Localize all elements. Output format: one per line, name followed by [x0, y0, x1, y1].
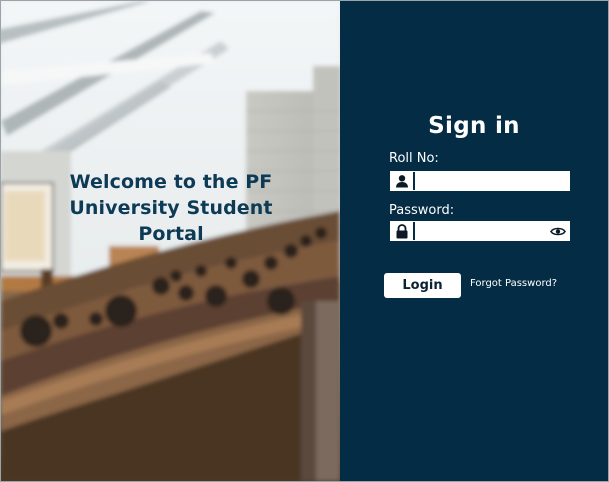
forgot-password-link[interactable]: Forgot Password? [470, 278, 557, 289]
password-field[interactable] [390, 221, 570, 241]
welcome-heading: Welcome to the PF University Student Por… [69, 171, 273, 245]
signin-title: Sign in [428, 113, 520, 139]
lock-icon [391, 222, 415, 240]
login-page: Welcome to the PF University Student Por… [0, 0, 609, 482]
password-input[interactable] [415, 222, 547, 240]
roll-no-label: Roll No: [389, 151, 439, 166]
user-icon [391, 172, 415, 190]
login-button[interactable]: Login [384, 273, 461, 298]
eye-icon[interactable] [547, 222, 569, 240]
signin-panel: Sign in Roll No: Password: Login Forgot … [340, 1, 608, 481]
roll-no-input[interactable] [415, 172, 569, 190]
lecture-hall-image: Welcome to the PF University Student Por… [1, 1, 340, 481]
roll-no-field[interactable] [390, 171, 570, 191]
password-label: Password: [389, 203, 455, 218]
